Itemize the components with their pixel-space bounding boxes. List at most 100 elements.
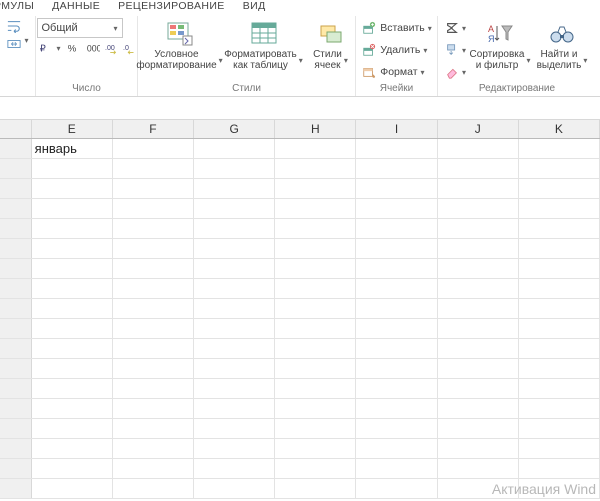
cell-I14[interactable] [356,399,437,418]
cell-E16[interactable] [32,439,113,458]
cell-G3[interactable] [194,179,275,198]
cell-J16[interactable] [438,439,519,458]
column-header-F[interactable]: F [113,120,194,138]
cell-styles-button[interactable]: Стили ячеек▾ [307,18,355,71]
cell-F10[interactable] [113,319,194,338]
cell-G2[interactable] [194,159,275,178]
row-header[interactable] [0,179,32,198]
cell-G15[interactable] [194,419,275,438]
cell-J6[interactable] [438,239,519,258]
cell-E11[interactable] [32,339,113,358]
decrease-decimal-icon[interactable]: .0 [123,41,137,55]
cell-E14[interactable] [32,399,113,418]
percent-format-icon[interactable]: % [65,40,81,56]
format-as-table-button[interactable]: Форматировать как таблицу▾ [223,18,305,71]
cell-H17[interactable] [275,459,356,478]
cell-J9[interactable] [438,299,519,318]
cell-G18[interactable] [194,479,275,498]
cell-G9[interactable] [194,299,275,318]
cell-I7[interactable] [356,259,437,278]
cell-F15[interactable] [113,419,194,438]
column-header-K[interactable]: K [519,120,600,138]
cell-I16[interactable] [356,439,437,458]
insert-cells-button[interactable]: Вставить ▾ [361,18,432,38]
cell-F4[interactable] [113,199,194,218]
cell-I8[interactable] [356,279,437,298]
cell-G13[interactable] [194,379,275,398]
cell-E10[interactable] [32,319,113,338]
cell-H13[interactable] [275,379,356,398]
row-header[interactable] [0,139,32,158]
cell-I10[interactable] [356,319,437,338]
cell-F2[interactable] [113,159,194,178]
cell-F18[interactable] [113,479,194,498]
tab-data[interactable]: ДАННЫЕ [52,0,100,16]
cell-E3[interactable] [32,179,113,198]
sort-filter-button[interactable]: АЯ Сортировка и фильтр▾ [470,18,530,83]
tab-view[interactable]: ВИД [243,0,266,16]
cell-E5[interactable] [32,219,113,238]
chevron-down-icon[interactable]: ▾ [57,44,61,53]
cell-I11[interactable] [356,339,437,358]
cell-K13[interactable] [519,379,600,398]
row-header[interactable] [0,199,32,218]
cell-K2[interactable] [519,159,600,178]
cell-I1[interactable] [356,139,437,158]
cell-I6[interactable] [356,239,437,258]
cell-K4[interactable] [519,199,600,218]
cell-I5[interactable] [356,219,437,238]
cell-J18[interactable] [438,479,519,498]
cell-E13[interactable] [32,379,113,398]
cell-G11[interactable] [194,339,275,358]
cell-E15[interactable] [32,419,113,438]
cell-H7[interactable] [275,259,356,278]
cell-I9[interactable] [356,299,437,318]
tab-review[interactable]: РЕЦЕНЗИРОВАНИЕ [118,0,225,16]
chevron-down-icon[interactable]: ▾ [24,36,28,52]
column-header-G[interactable]: G [194,120,275,138]
cell-F16[interactable] [113,439,194,458]
tab-formulas[interactable]: РМУЛЫ [0,0,34,16]
increase-decimal-icon[interactable]: .00 [105,41,119,55]
row-header[interactable] [0,339,32,358]
cell-G4[interactable] [194,199,275,218]
cell-K5[interactable] [519,219,600,238]
cell-H2[interactable] [275,159,356,178]
cell-H1[interactable] [275,139,356,158]
cell-J5[interactable] [438,219,519,238]
cell-K1[interactable] [519,139,600,158]
delete-cells-button[interactable]: Удалить ▾ [361,40,432,60]
merge-center-icon[interactable] [6,36,22,52]
cell-H18[interactable] [275,479,356,498]
cell-K12[interactable] [519,359,600,378]
cell-F17[interactable] [113,459,194,478]
row-header[interactable] [0,479,32,498]
cell-J14[interactable] [438,399,519,418]
cell-J2[interactable] [438,159,519,178]
cell-J15[interactable] [438,419,519,438]
cell-E12[interactable] [32,359,113,378]
cell-I15[interactable] [356,419,437,438]
cell-F13[interactable] [113,379,194,398]
cell-G16[interactable] [194,439,275,458]
cell-H8[interactable] [275,279,356,298]
cell-H11[interactable] [275,339,356,358]
clear-button[interactable]: ▾ [444,62,466,82]
cell-K3[interactable] [519,179,600,198]
cell-I3[interactable] [356,179,437,198]
row-header[interactable] [0,159,32,178]
row-header[interactable] [0,319,32,338]
cell-K10[interactable] [519,319,600,338]
column-header-I[interactable]: I [356,120,437,138]
cell-G17[interactable] [194,459,275,478]
cell-F3[interactable] [113,179,194,198]
cell-H3[interactable] [275,179,356,198]
cell-J12[interactable] [438,359,519,378]
cell-F14[interactable] [113,399,194,418]
cell-K16[interactable] [519,439,600,458]
cell-J7[interactable] [438,259,519,278]
cell-K8[interactable] [519,279,600,298]
cell-H15[interactable] [275,419,356,438]
cell-G14[interactable] [194,399,275,418]
cell-E1[interactable]: январь [32,139,113,158]
